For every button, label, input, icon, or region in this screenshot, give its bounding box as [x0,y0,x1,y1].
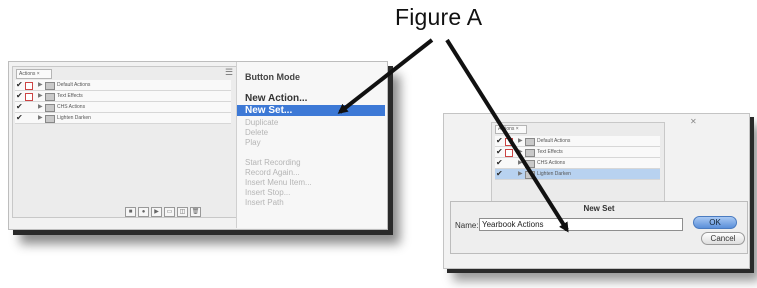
arrow-to-new-set-menu [337,38,434,114]
arrow-to-new-set-dialog [445,38,569,233]
annotation-arrows [337,38,569,233]
